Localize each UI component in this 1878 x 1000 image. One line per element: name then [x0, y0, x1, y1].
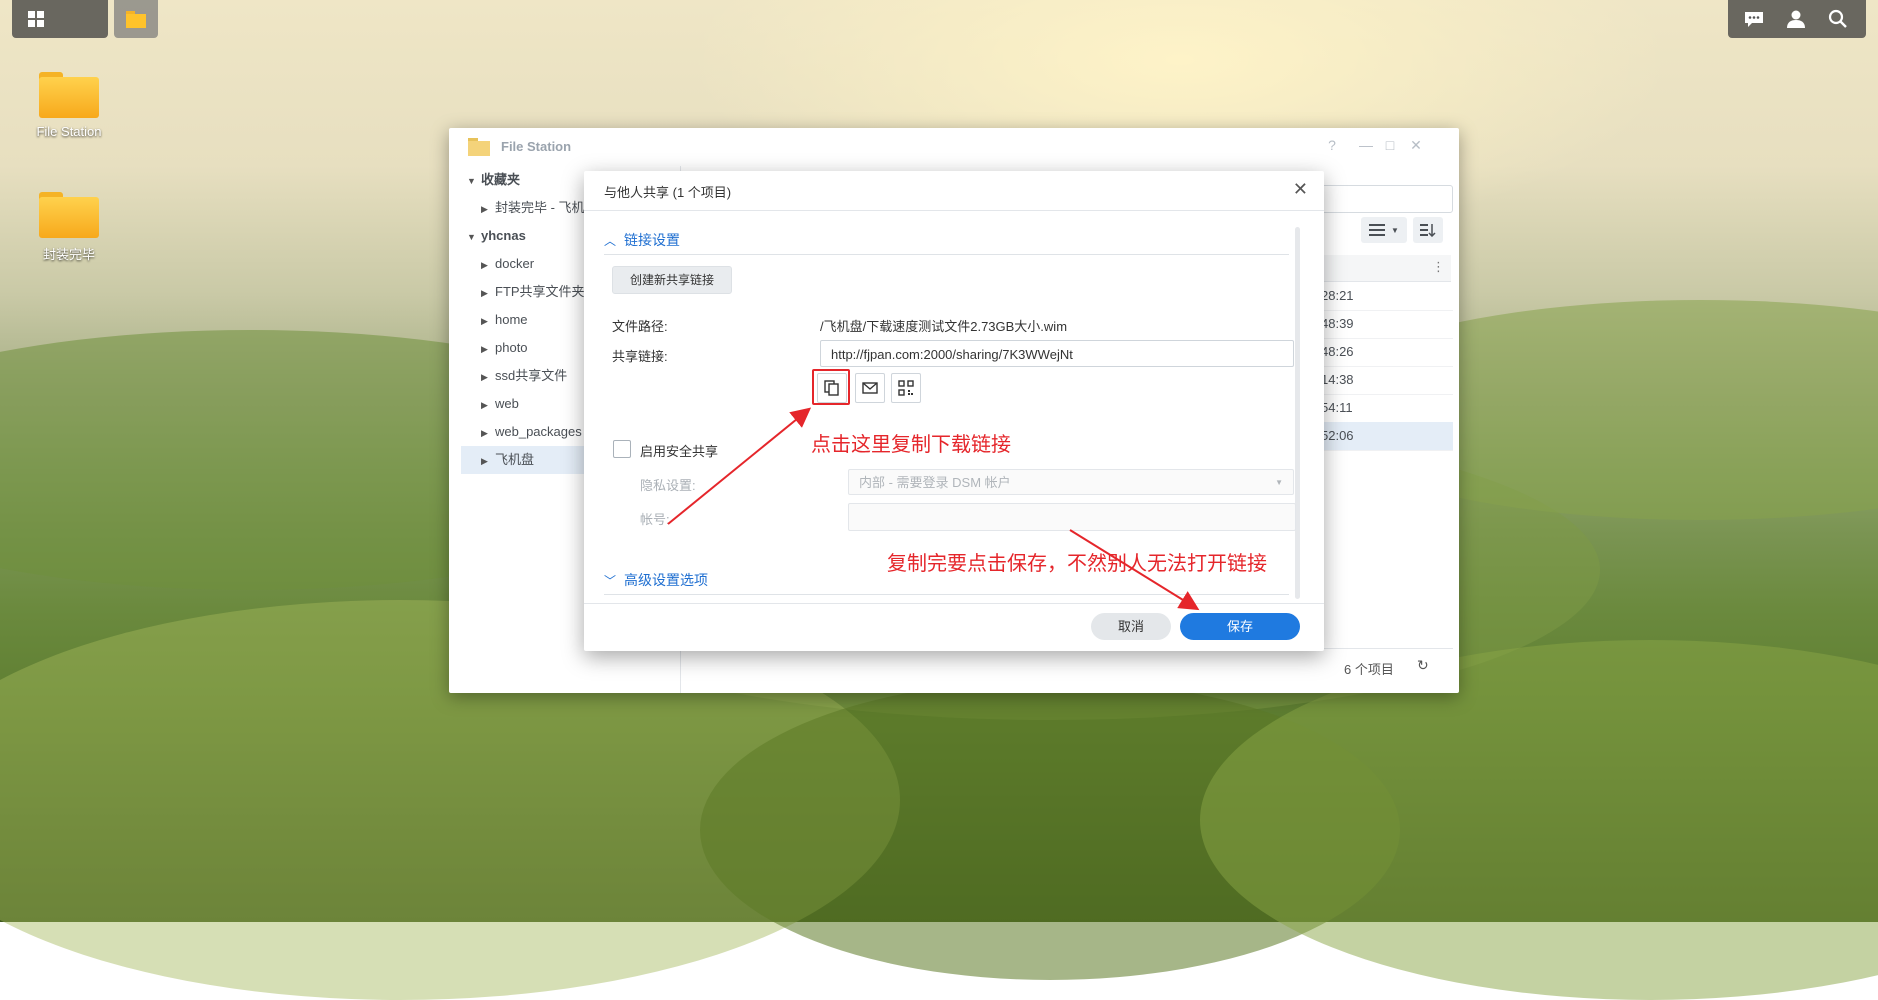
chevron-up-icon: ︿ — [604, 234, 617, 248]
taskbar-right — [1728, 0, 1866, 38]
table-row-time-selected[interactable]: 52:06 — [1319, 422, 1453, 451]
create-share-link-button[interactable]: 创建新共享链接 — [612, 266, 732, 294]
table-row-time[interactable]: 54:11 — [1319, 394, 1453, 423]
secure-share-label: 启用安全共享 — [640, 444, 719, 459]
table-row-time[interactable]: 28:21 — [1319, 282, 1453, 311]
path-value: /飞机盘/下载速度测试文件2.73GB大小.wim — [820, 319, 1068, 334]
folder-icon — [39, 192, 99, 238]
path-label: 文件路径: — [612, 319, 668, 334]
expanded-icon: ▼ — [467, 232, 476, 242]
account-label: 帐号: — [640, 512, 670, 527]
share-link-field[interactable]: http://fjpan.com:2000/sharing/7K3WWejNt — [820, 340, 1294, 367]
file-station-taskbar-button[interactable] — [114, 0, 158, 38]
search-button[interactable] — [1820, 0, 1856, 38]
link-settings-section[interactable]: ︿ 链接设置 — [604, 227, 680, 253]
dialog-title: 与他人共享 (1 个项目) — [604, 185, 732, 200]
file-station-icon — [126, 11, 146, 28]
desktop-icon-label: File Station — [36, 124, 102, 139]
sort-icon — [1420, 224, 1436, 237]
notifications-button[interactable] — [1736, 0, 1772, 38]
grid-icon — [28, 11, 44, 27]
folder-icon — [39, 72, 99, 118]
scrollbar[interactable] — [1295, 227, 1300, 599]
table-row-time[interactable]: 48:39 — [1319, 310, 1453, 339]
collapsed-icon: ▶ — [481, 316, 488, 326]
search-icon — [1828, 9, 1847, 28]
advanced-settings-section[interactable]: ﹀ 高级设置选项 — [604, 567, 708, 593]
email-link-button[interactable] — [855, 373, 885, 403]
collapsed-icon: ▶ — [481, 344, 488, 354]
collapsed-icon: ▶ — [481, 372, 488, 382]
collapsed-icon: ▶ — [481, 204, 488, 214]
item-count: 6 个项目 — [1344, 662, 1394, 677]
link-label: 共享链接: — [612, 349, 668, 364]
chat-icon — [1745, 12, 1763, 27]
save-button[interactable]: 保存 — [1180, 613, 1300, 640]
secure-share-checkbox[interactable] — [613, 440, 631, 458]
close-button[interactable]: ✕ — [1407, 136, 1425, 154]
divider — [584, 210, 1324, 211]
chevron-down-icon: ▼ — [1391, 225, 1399, 235]
chevron-down-icon: ▼ — [1275, 478, 1283, 487]
taskbar-left — [12, 0, 158, 38]
divider — [604, 594, 1289, 595]
expanded-icon: ▼ — [467, 176, 476, 186]
collapsed-icon: ▶ — [481, 260, 488, 270]
maximize-button[interactable]: □ — [1381, 136, 1399, 154]
desktop-icon-file-station[interactable]: File Station — [14, 72, 124, 139]
desktop-icon-label: 封装完毕 — [42, 247, 95, 262]
collapsed-icon: ▶ — [481, 400, 488, 410]
window-title: File Station — [501, 139, 572, 154]
file-station-icon — [468, 138, 490, 156]
collapsed-icon: ▶ — [481, 288, 488, 298]
share-dialog: 与他人共享 (1 个项目) ✕ ︿ 链接设置 创建新共享链接 文件路径: /飞机盘… — [584, 171, 1324, 651]
collapsed-icon: ▶ — [481, 428, 488, 438]
column-menu-icon[interactable]: ⋮ — [1432, 259, 1445, 275]
user-icon — [1787, 10, 1805, 28]
user-button[interactable] — [1778, 0, 1814, 38]
qr-code-icon — [898, 380, 914, 396]
chevron-down-icon: ﹀ — [604, 574, 617, 588]
divider — [604, 254, 1289, 255]
copy-hint-annotation: 点击这里复制下载链接 — [811, 434, 1011, 456]
column-header: ⋮ — [1319, 255, 1451, 282]
account-input[interactable] — [848, 503, 1296, 531]
table-row-time[interactable]: 48:26 — [1319, 338, 1453, 367]
qr-code-button[interactable] — [891, 373, 921, 403]
privacy-label: 隐私设置: — [640, 478, 696, 493]
minimize-button[interactable]: — — [1357, 136, 1375, 154]
privacy-select[interactable]: 内部 - 需要登录 DSM 帐户 ▼ — [848, 469, 1294, 495]
copy-highlight-box — [812, 369, 850, 405]
collapsed-icon: ▶ — [481, 456, 488, 466]
list-icon — [1369, 224, 1386, 236]
close-icon[interactable]: ✕ — [1293, 179, 1308, 200]
refresh-icon[interactable]: ↻ — [1417, 657, 1429, 674]
cancel-button[interactable]: 取消 — [1091, 613, 1171, 640]
mail-icon — [862, 382, 878, 394]
table-row-time[interactable]: 14:38 — [1319, 366, 1453, 395]
desktop-icon-folder[interactable]: 封装完毕 — [14, 192, 124, 263]
sort-button[interactable] — [1413, 217, 1443, 243]
divider — [584, 603, 1324, 604]
main-menu-button[interactable] — [12, 0, 60, 38]
save-hint-annotation: 复制完要点击保存，不然别人无法打开链接 — [887, 553, 1267, 575]
view-mode-button[interactable]: ▼ — [1361, 217, 1407, 243]
help-button[interactable]: ? — [1323, 136, 1341, 154]
